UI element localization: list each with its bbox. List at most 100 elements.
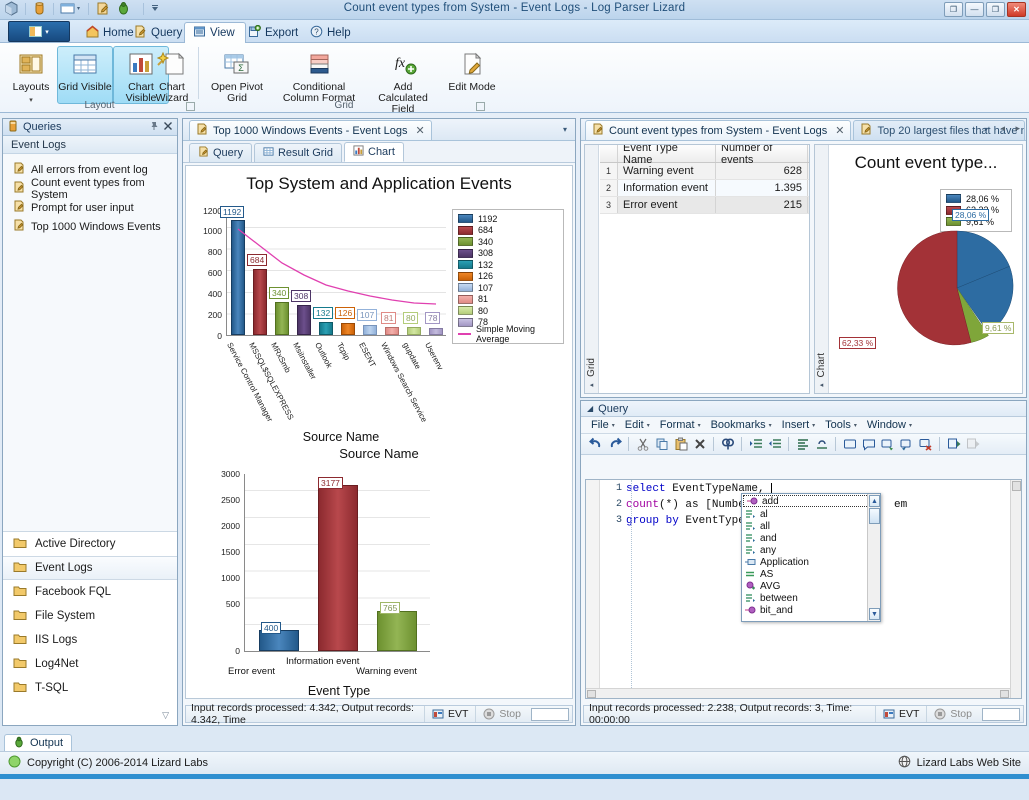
clear-bookmarks-icon[interactable] xyxy=(917,436,934,453)
editor-bookmark-gutter[interactable] xyxy=(586,480,600,698)
delete-icon[interactable] xyxy=(691,436,708,453)
autocomplete-item[interactable]: AVG xyxy=(742,580,880,592)
maximize-button[interactable]: ❐ xyxy=(986,2,1005,17)
stop-button[interactable]: Stop xyxy=(926,706,979,722)
autocomplete-item[interactable]: any xyxy=(742,544,880,556)
close-icon[interactable] xyxy=(163,121,173,134)
autocomplete-item[interactable]: bit_and xyxy=(742,604,880,616)
cut-icon[interactable] xyxy=(634,436,651,453)
menu-file[interactable]: File▾ xyxy=(587,419,619,431)
query-item[interactable]: Top 1000 Windows Events xyxy=(3,217,177,236)
chevron-down-icon[interactable]: ▽ xyxy=(162,710,169,721)
paste-icon[interactable] xyxy=(672,436,689,453)
menu-insert[interactable]: Insert▾ xyxy=(778,419,820,431)
bookmark-icon[interactable] xyxy=(898,436,915,453)
tab-help[interactable]: ? Help xyxy=(302,22,361,43)
pin-icon[interactable] xyxy=(149,121,159,134)
goto-icon[interactable] xyxy=(879,436,896,453)
scrollbar-up-arrow[interactable] xyxy=(1012,481,1021,491)
stop-button[interactable]: Stop xyxy=(475,706,528,722)
sidebar-item-file-system[interactable]: File System xyxy=(3,604,177,628)
scrollbar-left-arrow[interactable] xyxy=(587,690,596,698)
sidebar-item-active-directory[interactable]: Active Directory xyxy=(3,532,177,556)
scrollbar-thumb[interactable] xyxy=(869,508,880,524)
outdent-icon[interactable] xyxy=(766,436,783,453)
collapse-icon[interactable]: ◂ xyxy=(820,381,824,389)
redo-icon[interactable] xyxy=(606,436,623,453)
uppercase-icon[interactable] xyxy=(813,436,830,453)
restore-button[interactable]: ❐ xyxy=(944,2,963,17)
editor-hscrollbar[interactable] xyxy=(586,688,1010,698)
add-calculated-field-button[interactable]: fx Add Calculated Field xyxy=(367,46,439,104)
table-row[interactable]: 3 Error event 215 xyxy=(600,197,809,214)
sql-editor[interactable]: 1 select EventTypeName, 2 count(*) as [N… xyxy=(585,479,1022,699)
autocomplete-item[interactable]: al xyxy=(742,508,880,520)
comment-icon[interactable] xyxy=(841,436,858,453)
next-icon[interactable]: ▸ xyxy=(1015,123,1020,134)
chevron-down-icon[interactable]: ▾ xyxy=(984,125,988,134)
tab-result-grid[interactable]: Result Grid xyxy=(254,143,342,162)
document-tab-menu-icon[interactable]: ▾ xyxy=(563,125,567,134)
tab-export[interactable]: Export xyxy=(240,22,308,43)
document-tab-count-event-types[interactable]: Count event types from System - Event Lo… xyxy=(585,120,851,140)
document-tab-top-1000[interactable]: Top 1000 Windows Events - Event Logs ✕ xyxy=(189,120,432,140)
tab-chart[interactable]: Chart xyxy=(344,142,404,162)
query-item[interactable]: Prompt for user input xyxy=(3,198,177,217)
menu-edit[interactable]: Edit▾ xyxy=(621,419,654,431)
layout-dialog-launcher[interactable] xyxy=(186,102,195,111)
output-panel-tab[interactable]: Output xyxy=(4,734,72,751)
menu-bookmarks[interactable]: Bookmarks▾ xyxy=(707,419,776,431)
autocomplete-item[interactable]: AS xyxy=(742,568,880,580)
tab-view[interactable]: View xyxy=(184,22,246,44)
sidebar-item-event-logs[interactable]: Event Logs xyxy=(3,556,177,580)
sidebar-item-t-sql[interactable]: T-SQL xyxy=(3,676,177,700)
autocomplete-item[interactable]: Application xyxy=(742,556,880,568)
sidebar-item-iis-logs[interactable]: IIS Logs xyxy=(3,628,177,652)
uncomment-icon[interactable] xyxy=(860,436,877,453)
chart-wizard-button[interactable]: Chart Wizard xyxy=(144,46,200,104)
menu-tools[interactable]: Tools▾ xyxy=(821,419,861,431)
layouts-button[interactable]: Layouts ▾ xyxy=(3,46,59,104)
query-item[interactable]: Count event types from System xyxy=(3,179,177,198)
close-button[interactable]: ✕ xyxy=(1007,2,1026,17)
application-menu-button[interactable]: ▾ xyxy=(8,21,70,42)
find-icon[interactable] xyxy=(719,436,736,453)
copy-icon[interactable] xyxy=(653,436,670,453)
grid-vertical-tab[interactable]: Grid ◂ xyxy=(585,145,599,393)
tab-query[interactable]: Query xyxy=(189,143,252,162)
table-row[interactable]: 1 Warning event 628 xyxy=(600,163,809,180)
edit-mode-button[interactable]: Edit Mode xyxy=(444,46,500,104)
grid-header-event-type-name[interactable]: Event Type Name xyxy=(618,145,716,162)
menu-window[interactable]: Window▾ xyxy=(863,419,916,431)
indent-icon[interactable] xyxy=(747,436,764,453)
evt-button[interactable]: EVT xyxy=(875,706,926,722)
autocomplete-item[interactable]: add xyxy=(743,495,879,507)
chart-vertical-tab[interactable]: Chart ◂ xyxy=(815,145,829,393)
prev-icon[interactable]: ◂ xyxy=(1000,123,1005,134)
menu-format[interactable]: Format▾ xyxy=(656,419,705,431)
autocomplete-item[interactable]: all xyxy=(742,520,880,532)
website-link[interactable]: Lizard Labs Web Site xyxy=(898,755,1021,771)
minimize-button[interactable]: — xyxy=(965,2,984,17)
triangle-icon[interactable]: ◢ xyxy=(587,404,593,413)
sidebar-item-log4net[interactable]: Log4Net xyxy=(3,652,177,676)
document-tab-close[interactable]: ✕ xyxy=(415,124,424,137)
align-icon[interactable] xyxy=(794,436,811,453)
tab-query[interactable]: Query xyxy=(126,22,192,43)
exec-icon[interactable] xyxy=(945,436,962,453)
undo-icon[interactable] xyxy=(587,436,604,453)
editor-scrollbar[interactable] xyxy=(1010,480,1021,698)
scroll-down-button[interactable]: ▼ xyxy=(869,608,880,620)
conditional-column-format-button[interactable]: Conditional Column Format xyxy=(277,46,361,104)
open-pivot-grid-button[interactable]: Σ Open Pivot Grid xyxy=(203,46,271,104)
table-row[interactable]: 2 Information event 1.395 xyxy=(600,180,809,197)
collapse-icon[interactable]: ◂ xyxy=(590,381,594,389)
autocomplete-popup[interactable]: add al all and any xyxy=(741,493,881,622)
grid-visible-button[interactable]: Grid Visible xyxy=(57,46,113,104)
grid-dialog-launcher[interactable] xyxy=(476,102,485,111)
evt-button[interactable]: EVT xyxy=(424,706,475,722)
scrollbar-right-arrow[interactable] xyxy=(1000,690,1009,698)
autocomplete-scrollbar[interactable]: ▲ ▼ xyxy=(867,494,880,621)
autocomplete-item[interactable]: between xyxy=(742,592,880,604)
sidebar-item-facebook-fql[interactable]: Facebook FQL xyxy=(3,580,177,604)
